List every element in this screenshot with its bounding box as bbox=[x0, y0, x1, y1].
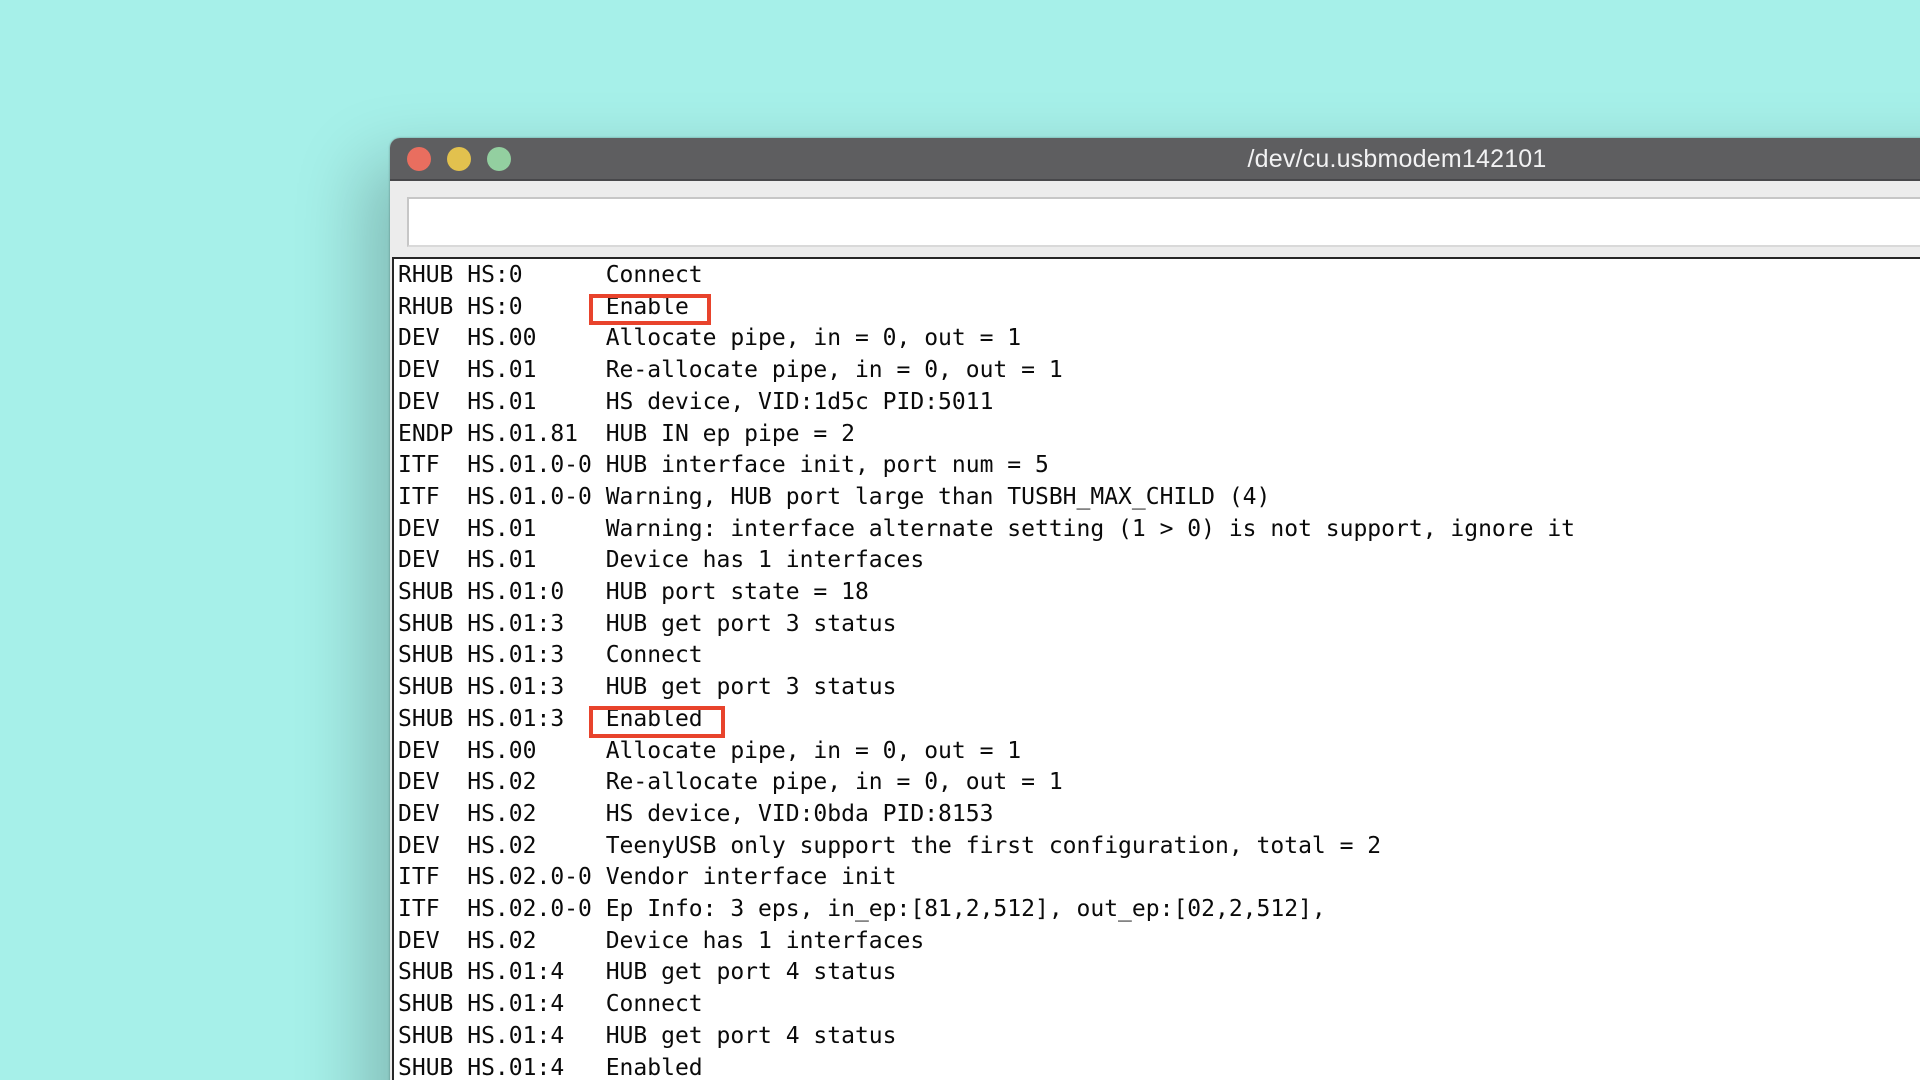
log-line: DEV HS.01 Warning: interface alternate s… bbox=[398, 514, 1920, 546]
log-line: ENDP HS.01.81 HUB IN ep pipe = 2 bbox=[398, 419, 1920, 451]
log-line: RHUB HS:0 Enable bbox=[398, 292, 1920, 324]
log-line: SHUB HS.01:3 Connect bbox=[398, 640, 1920, 672]
log-line: DEV HS.02 Re-allocate pipe, in = 0, out … bbox=[398, 767, 1920, 799]
desktop-background: /dev/cu.usbmodem142101 RHUB HS:0 Connect… bbox=[0, 0, 1920, 1080]
log-line: ITF HS.01.0-0 Warning, HUB port large th… bbox=[398, 482, 1920, 514]
log-line: DEV HS.00 Allocate pipe, in = 0, out = 1 bbox=[398, 736, 1920, 768]
log-line: SHUB HS.01:4 Enabled bbox=[398, 1053, 1920, 1080]
log-line: SHUB HS.01:4 HUB get port 4 status bbox=[398, 1021, 1920, 1053]
log-line: RHUB HS:0 Connect bbox=[398, 260, 1920, 292]
window-titlebar[interactable]: /dev/cu.usbmodem142101 bbox=[390, 138, 1920, 181]
console-log: RHUB HS:0 ConnectRHUB HS:0 EnableDEV HS.… bbox=[398, 260, 1920, 1080]
highlight-box: Enable bbox=[606, 292, 689, 324]
log-line: ITF HS.02.0-0 Vendor interface init bbox=[398, 862, 1920, 894]
log-line: DEV HS.02 HS device, VID:0bda PID:8153 bbox=[398, 799, 1920, 831]
log-line: DEV HS.01 HS device, VID:1d5c PID:5011 bbox=[398, 387, 1920, 419]
window-title: /dev/cu.usbmodem142101 bbox=[390, 138, 1920, 181]
serial-console-output[interactable]: RHUB HS:0 ConnectRHUB HS:0 EnableDEV HS.… bbox=[392, 257, 1920, 1080]
log-line: DEV HS.00 Allocate pipe, in = 0, out = 1 bbox=[398, 323, 1920, 355]
log-line: DEV HS.02 TeenyUSB only support the firs… bbox=[398, 831, 1920, 863]
toolbar bbox=[390, 181, 1920, 259]
log-line: SHUB HS.01:4 HUB get port 4 status bbox=[398, 957, 1920, 989]
serial-send-input[interactable] bbox=[407, 197, 1920, 247]
log-line: SHUB HS.01:4 Connect bbox=[398, 989, 1920, 1021]
log-line: SHUB HS.01:3 HUB get port 3 status bbox=[398, 609, 1920, 641]
log-line: SHUB HS.01:3 Enabled bbox=[398, 704, 1920, 736]
terminal-window: /dev/cu.usbmodem142101 RHUB HS:0 Connect… bbox=[390, 138, 1920, 1080]
log-line: DEV HS.01 Re-allocate pipe, in = 0, out … bbox=[398, 355, 1920, 387]
log-line: ITF HS.01.0-0 HUB interface init, port n… bbox=[398, 450, 1920, 482]
log-line: DEV HS.01 Device has 1 interfaces bbox=[398, 545, 1920, 577]
log-line: ITF HS.02.0-0 Ep Info: 3 eps, in_ep:[81,… bbox=[398, 894, 1920, 926]
highlight-box: Enabled bbox=[606, 704, 703, 736]
log-line: SHUB HS.01:3 HUB get port 3 status bbox=[398, 672, 1920, 704]
log-line: DEV HS.02 Device has 1 interfaces bbox=[398, 926, 1920, 958]
log-line: SHUB HS.01:0 HUB port state = 18 bbox=[398, 577, 1920, 609]
